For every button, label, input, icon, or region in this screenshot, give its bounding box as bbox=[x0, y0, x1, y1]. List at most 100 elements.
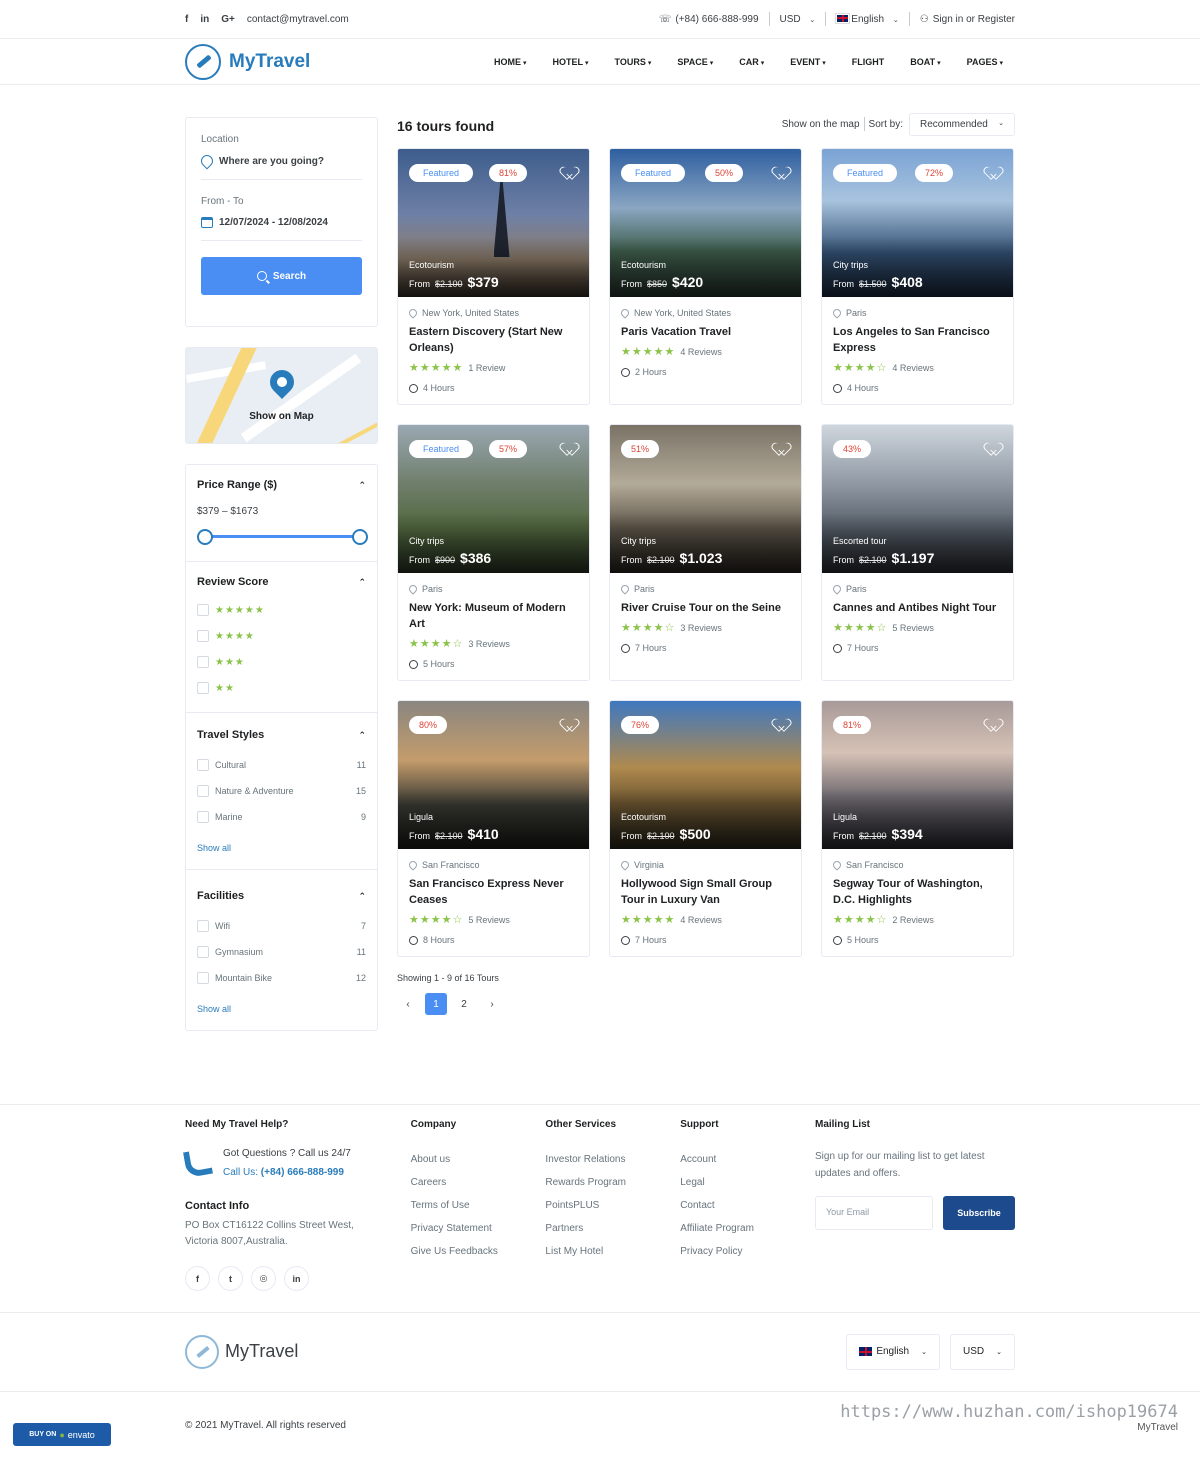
footer-link[interactable]: Account bbox=[680, 1154, 815, 1165]
tour-card[interactable]: Featured 72% City trips From $1.500 $408… bbox=[821, 148, 1014, 405]
tour-image[interactable]: 43% Escorted tour From $2.100 $1.197 bbox=[822, 425, 1013, 573]
footer-link[interactable]: Terms of Use bbox=[411, 1200, 546, 1211]
footer-link[interactable]: PointsPLUS bbox=[545, 1200, 680, 1211]
tour-image[interactable]: 51% City trips From $2.100 $1.023 bbox=[610, 425, 801, 573]
price-slider[interactable] bbox=[197, 529, 368, 545]
heart-icon[interactable] bbox=[988, 719, 1001, 731]
brand-logo[interactable]: MyTravel bbox=[185, 43, 310, 80]
footer-link[interactable]: Investor Relations bbox=[545, 1154, 680, 1165]
tour-card[interactable]: 43% Escorted tour From $2.100 $1.197 Par… bbox=[821, 424, 1014, 681]
tour-card[interactable]: 80% Ligula From $2.100 $410 San Francisc… bbox=[397, 700, 590, 957]
footer-link[interactable]: About us bbox=[411, 1154, 546, 1165]
tour-title[interactable]: New York: Museum of Modern Art bbox=[409, 600, 578, 632]
tour-card[interactable]: Featured 57% City trips From $900 $386 P… bbox=[397, 424, 590, 681]
heart-icon[interactable] bbox=[988, 167, 1001, 179]
facilities-header[interactable]: Facilities ⌃ bbox=[197, 890, 366, 902]
pagination-page-1[interactable]: 1 bbox=[425, 993, 447, 1015]
subscribe-button[interactable]: Subscribe bbox=[942, 1196, 1015, 1230]
tour-image[interactable]: Featured 57% City trips From $900 $386 bbox=[398, 425, 589, 573]
footer-link[interactable]: Give Us Feedbacks bbox=[411, 1246, 546, 1257]
heart-icon[interactable] bbox=[564, 443, 577, 455]
sort-select[interactable]: Recommended ⌄ bbox=[909, 112, 1015, 136]
nav-home[interactable]: HOME ▾ bbox=[494, 57, 527, 67]
heart-icon[interactable] bbox=[776, 167, 789, 179]
footer-link[interactable]: Privacy Statement bbox=[411, 1223, 546, 1234]
facebook-icon[interactable]: f bbox=[185, 1266, 210, 1291]
footer-currency-select[interactable]: USD ⌄ bbox=[950, 1333, 1015, 1370]
facility-checkbox[interactable] bbox=[197, 972, 209, 984]
contact-email[interactable]: contact@mytravel.com bbox=[247, 14, 349, 25]
price-range-header[interactable]: Price Range ($) ⌃ bbox=[197, 479, 366, 491]
facebook-icon[interactable]: f bbox=[185, 14, 188, 25]
tour-card[interactable]: 76% Ecotourism From $2.100 $500 Virginia… bbox=[609, 700, 802, 957]
nav-boat[interactable]: BOAT ▾ bbox=[910, 57, 940, 67]
tour-image[interactable]: 81% Ligula From $2.100 $394 bbox=[822, 701, 1013, 849]
review-5-checkbox[interactable] bbox=[197, 604, 209, 616]
tour-image[interactable]: Featured 50% Ecotourism From $850 $420 bbox=[610, 149, 801, 297]
contact-phone[interactable]: (+84) 666-888-999 bbox=[675, 14, 758, 25]
search-button[interactable]: Search bbox=[201, 257, 362, 295]
footer-link[interactable]: Contact bbox=[680, 1200, 815, 1211]
nav-pages[interactable]: PAGES ▾ bbox=[967, 57, 1003, 67]
linkedin-icon[interactable]: in bbox=[284, 1266, 309, 1291]
nav-flight[interactable]: FLIGHT bbox=[852, 57, 885, 67]
language-dropdown[interactable]: English ⌄ bbox=[835, 12, 899, 25]
style-checkbox[interactable] bbox=[197, 811, 209, 823]
travel-styles-show-all[interactable]: Show all bbox=[197, 843, 366, 853]
signin-link[interactable]: Sign in or Register bbox=[933, 14, 1015, 25]
travel-styles-header[interactable]: Travel Styles ⌃ bbox=[197, 729, 366, 741]
tour-title[interactable]: Los Angeles to San Francisco Express bbox=[833, 324, 1002, 356]
review-4-checkbox[interactable] bbox=[197, 630, 209, 642]
footer-link[interactable]: Privacy Policy bbox=[680, 1246, 815, 1257]
tour-card[interactable]: 81% Ligula From $2.100 $394 San Francisc… bbox=[821, 700, 1014, 957]
footer-logo[interactable]: MyTravel bbox=[185, 1334, 298, 1369]
tour-title[interactable]: Segway Tour of Washington, D.C. Highligh… bbox=[833, 876, 1002, 908]
show-on-map-panel[interactable]: Show on Map bbox=[185, 347, 378, 444]
nav-event[interactable]: EVENT ▾ bbox=[790, 57, 826, 67]
facility-checkbox[interactable] bbox=[197, 920, 209, 932]
review-2-checkbox[interactable] bbox=[197, 682, 209, 694]
tour-title[interactable]: River Cruise Tour on the Seine bbox=[621, 600, 790, 616]
nav-space[interactable]: SPACE ▾ bbox=[677, 57, 713, 67]
heart-icon[interactable] bbox=[564, 167, 577, 179]
footer-link[interactable]: Legal bbox=[680, 1177, 815, 1188]
heart-icon[interactable] bbox=[776, 719, 789, 731]
pagination-next[interactable]: › bbox=[481, 993, 503, 1015]
facility-checkbox[interactable] bbox=[197, 946, 209, 958]
email-field[interactable]: Your Email bbox=[814, 1196, 933, 1230]
heart-icon[interactable] bbox=[988, 443, 1001, 455]
date-range-input[interactable]: 12/07/2024 - 12/08/2024 bbox=[201, 217, 362, 241]
tour-card[interactable]: 51% City trips From $2.100 $1.023 Paris … bbox=[609, 424, 802, 681]
nav-hotel[interactable]: HOTEL ▾ bbox=[553, 57, 589, 67]
currency-dropdown[interactable]: USD ⌄ bbox=[780, 14, 816, 25]
buy-on-envato-button[interactable]: BUY ON ● envato bbox=[13, 1423, 111, 1446]
heart-icon[interactable] bbox=[776, 443, 789, 455]
google-plus-icon[interactable]: G+ bbox=[221, 14, 235, 25]
pagination-page-2[interactable]: 2 bbox=[453, 993, 475, 1015]
tour-image[interactable]: 76% Ecotourism From $2.100 $500 bbox=[610, 701, 801, 849]
facilities-show-all[interactable]: Show all bbox=[197, 1004, 366, 1014]
tour-image[interactable]: Featured 72% City trips From $1.500 $408 bbox=[822, 149, 1013, 297]
footer-call-us[interactable]: Call Us: (+84) 666-888-999 bbox=[223, 1167, 351, 1178]
footer-language-select[interactable]: English ⌄ bbox=[846, 1333, 940, 1370]
footer-link[interactable]: Partners bbox=[545, 1223, 680, 1234]
tour-title[interactable]: Eastern Discovery (Start New Orleans) bbox=[409, 324, 578, 356]
tour-image[interactable]: 80% Ligula From $2.100 $410 bbox=[398, 701, 589, 849]
review-3-checkbox[interactable] bbox=[197, 656, 209, 668]
nav-car[interactable]: CAR ▾ bbox=[739, 57, 764, 67]
footer-link[interactable]: Careers bbox=[411, 1177, 546, 1188]
style-checkbox[interactable] bbox=[197, 759, 209, 771]
footer-link[interactable]: Rewards Program bbox=[545, 1177, 680, 1188]
footer-link[interactable]: List My Hotel bbox=[545, 1246, 680, 1257]
twitter-icon[interactable]: t bbox=[218, 1266, 243, 1291]
tour-title[interactable]: Cannes and Antibes Night Tour bbox=[833, 600, 1002, 616]
tour-title[interactable]: Hollywood Sign Small Group Tour in Luxur… bbox=[621, 876, 790, 908]
review-score-header[interactable]: Review Score ⌃ bbox=[197, 576, 366, 588]
footer-link[interactable]: Affiliate Program bbox=[680, 1223, 815, 1234]
nav-tours[interactable]: TOURS ▾ bbox=[615, 57, 652, 67]
tour-card[interactable]: Featured 81% Ecotourism From $2.100 $379… bbox=[397, 148, 590, 405]
instagram-icon[interactable]: ◎ bbox=[251, 1266, 276, 1291]
show-on-the-map-link[interactable]: Show on the map bbox=[782, 119, 860, 130]
heart-icon[interactable] bbox=[564, 719, 577, 731]
pagination-prev[interactable]: ‹ bbox=[397, 993, 419, 1015]
